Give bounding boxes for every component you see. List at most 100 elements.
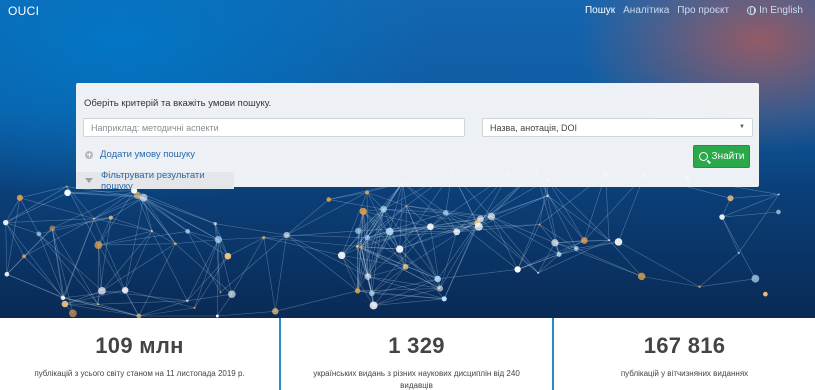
network-node (436, 285, 444, 292)
filter-results-label: Фільтрувати результати пошуку (101, 169, 205, 192)
network-node (778, 193, 780, 196)
network-node (751, 274, 760, 283)
network-node (150, 230, 153, 233)
stat-value: 1 329 (388, 333, 445, 358)
network-node (365, 190, 370, 195)
search-submit-button[interactable]: Знайти (693, 145, 750, 168)
network-lines (5, 169, 780, 317)
network-node (551, 239, 559, 247)
filter-results-toggle[interactable]: Фільтрувати результати пошуку (76, 169, 234, 192)
statistics-section: 109 млн публікацій з усього світу станом… (0, 318, 815, 390)
network-node (369, 301, 378, 310)
caret-down-icon: ▼ (739, 124, 745, 130)
network-node (573, 246, 579, 251)
main-nav: Пошук Аналітика Про проєкт In English (585, 5, 803, 16)
network-node (763, 291, 768, 297)
add-condition-label: Додати умову пошуку (100, 149, 196, 160)
network-node (97, 303, 99, 306)
network-node (4, 271, 10, 277)
search-panel: Оберіть критерій та вкажіть умови пошуку… (76, 83, 759, 192)
network-node (359, 207, 367, 215)
network-node (215, 314, 219, 318)
network-node (68, 309, 77, 318)
network-node (173, 242, 177, 246)
network-node (395, 245, 404, 253)
network-node (98, 287, 106, 295)
network-node (614, 238, 623, 246)
plus-circle-icon (85, 150, 93, 159)
globe-icon (747, 6, 757, 15)
nav-item-about[interactable]: Про проєкт (677, 5, 729, 16)
stat-value: 109 млн (95, 333, 184, 358)
stat-ukrainian-journals: 1 329 українських видань з різних науков… (281, 318, 552, 390)
network-node (354, 288, 361, 294)
network-node (337, 251, 346, 260)
network-node (16, 194, 23, 201)
network-node (185, 299, 189, 303)
filter-icon (85, 178, 93, 183)
network-node (272, 308, 279, 315)
network-node (60, 295, 66, 301)
network-node (261, 235, 266, 240)
network-node (556, 251, 562, 257)
search-instructions: Оберіть критерій та вкажіть умови пошуку… (84, 98, 272, 109)
network-node (213, 222, 217, 226)
network-node (283, 231, 290, 239)
network-node (737, 251, 740, 255)
search-field-select[interactable]: Назва, анотація, DOI ▼ (482, 118, 753, 137)
top-navigation: OUCI Пошук Аналітика Про проєкт In Engli… (0, 0, 815, 22)
search-field-selected: Назва, анотація, DOI (490, 123, 578, 133)
network-node (185, 229, 191, 234)
network-node (402, 263, 409, 270)
add-condition-link[interactable]: Додати умову пошуку (85, 149, 195, 160)
language-switch[interactable]: In English (747, 5, 803, 16)
stat-description: публікацій з усього світу станом на 11 л… (34, 369, 245, 378)
search-icon (698, 152, 708, 161)
network-node (441, 296, 447, 302)
network-node (94, 241, 103, 250)
network-node (93, 217, 96, 220)
stat-publications-world: 109 млн публікацій з усього світу станом… (0, 318, 279, 390)
network-node (637, 272, 646, 281)
network-node (546, 194, 549, 197)
stat-description: українських видань з різних наукових дис… (313, 369, 520, 390)
network-node (364, 273, 372, 280)
network-node (214, 235, 223, 244)
network-node (326, 197, 332, 202)
network-node (487, 212, 496, 221)
network-node (355, 227, 362, 234)
network-node (65, 185, 68, 188)
nav-item-analytics[interactable]: Аналітика (623, 5, 669, 16)
network-node (580, 237, 588, 244)
network-node (61, 300, 69, 308)
network-node (443, 210, 449, 216)
stat-value: 167 816 (643, 333, 726, 358)
network-node (607, 239, 611, 242)
network-node (380, 205, 387, 213)
network-node (224, 252, 232, 260)
network-node (538, 223, 541, 226)
network-node (537, 271, 540, 274)
network-node (474, 222, 483, 231)
search-query-input[interactable] (83, 118, 465, 137)
network-node (49, 225, 56, 232)
language-label: In English (759, 5, 803, 16)
network-node (698, 285, 701, 289)
nav-item-search[interactable]: Пошук (585, 5, 615, 16)
network-node (719, 214, 725, 220)
stat-description: публікацій у вітчизняних виданнях (620, 369, 749, 378)
network-node (219, 291, 222, 294)
network-node (776, 209, 781, 215)
network-node (368, 290, 375, 297)
network-node (22, 254, 26, 259)
site-logo[interactable]: OUCI (8, 4, 39, 18)
network-node (434, 275, 442, 283)
network-node (193, 306, 196, 310)
network-node (228, 290, 236, 298)
network-node (121, 286, 129, 294)
network-node (514, 266, 521, 273)
network-node (36, 231, 42, 237)
network-node (355, 245, 359, 248)
network-node (453, 228, 461, 236)
stat-domestic-publications: 167 816 публікацій у вітчизняних видання… (554, 318, 815, 390)
